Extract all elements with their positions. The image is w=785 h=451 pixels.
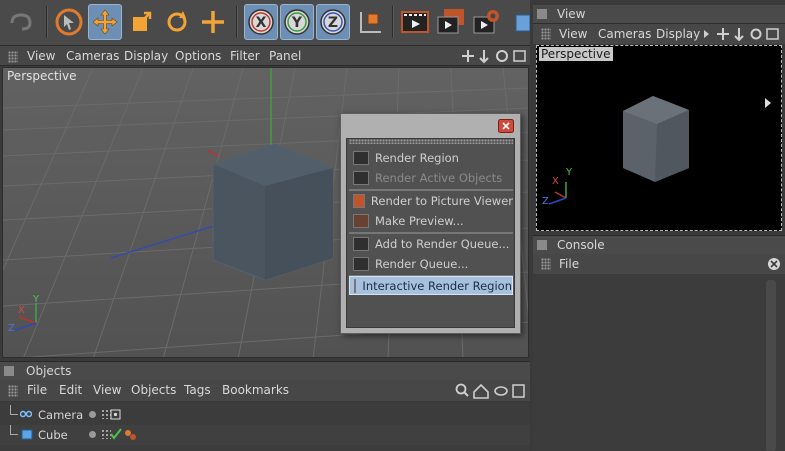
menu-item-render-to-picture-viewer[interactable]: Render to Picture Viewer <box>349 191 513 210</box>
view-panel-nav-icons[interactable] <box>703 27 783 41</box>
render-region-icon <box>353 150 369 165</box>
select-tool-icon[interactable] <box>52 4 86 40</box>
menu-item-make-preview[interactable]: Make Preview... <box>349 211 513 230</box>
menu-cameras[interactable]: Cameras <box>598 27 651 41</box>
coordinate-system-icon[interactable] <box>352 4 386 40</box>
drag-handle-icon[interactable] <box>541 258 551 270</box>
render-settings-icon[interactable] <box>470 4 504 40</box>
popup-grip[interactable] <box>349 139 513 144</box>
render-to-picture-viewer-icon <box>353 193 365 208</box>
object-name[interactable]: Cube <box>38 428 68 442</box>
axis-x-label: X <box>552 176 559 187</box>
scale-tool-icon[interactable] <box>124 4 158 40</box>
menu-edit[interactable]: Edit <box>59 383 82 397</box>
menu-item-render-queue[interactable]: Render Queue... <box>349 254 513 273</box>
make-preview-icon <box>353 213 369 228</box>
y-axis-lock-icon[interactable]: Y <box>280 4 314 40</box>
menu-item-render-active-objects[interactable]: Render Active Objects <box>349 168 513 187</box>
target-tag-icon[interactable] <box>110 409 121 420</box>
objects-title-bar: Objects <box>0 361 530 380</box>
z-axis-lock-icon[interactable]: Z <box>316 4 350 40</box>
panel-icon[interactable] <box>537 9 547 19</box>
material-tag-icon[interactable] <box>124 429 138 441</box>
menu-bookmarks[interactable]: Bookmarks <box>222 383 289 397</box>
object-name[interactable]: Camera <box>38 408 83 422</box>
menu-file[interactable]: File <box>559 257 579 271</box>
object-list: Camera Cube <box>0 402 530 451</box>
menu-options[interactable]: Options <box>175 49 221 63</box>
panel-icon[interactable] <box>537 240 547 250</box>
live-selection-icon[interactable] <box>196 4 230 40</box>
render-to-picture-viewer-icon[interactable] <box>434 4 468 40</box>
cube-icon <box>21 429 33 440</box>
axis-z-label: Z <box>542 196 549 207</box>
view-panel-menu-bar: View Cameras Display <box>533 24 785 44</box>
console-menu-bar: File <box>533 254 785 274</box>
drag-handle-icon[interactable] <box>8 385 18 397</box>
objects-tool-icons[interactable] <box>455 383 527 399</box>
add-to-render-queue-icon <box>353 236 369 251</box>
visibility-dot[interactable] <box>89 411 96 418</box>
menu-display[interactable]: Display <box>656 27 700 41</box>
objects-title: Objects <box>26 364 72 378</box>
view-panel-title-bar: View <box>533 5 785 24</box>
menu-item-render-region[interactable]: Render Region <box>349 148 513 167</box>
popup-menu-list: Render Region Render Active Objects Rend… <box>346 138 515 328</box>
svg-text:X: X <box>256 15 267 31</box>
menu-objects[interactable]: Objects <box>131 383 176 397</box>
drag-handle-icon[interactable] <box>541 28 551 40</box>
menu-filter[interactable]: Filter <box>230 49 260 63</box>
menu-panel[interactable]: Panel <box>269 49 301 63</box>
axis-x-label: X <box>18 305 25 316</box>
camera-icon <box>20 410 32 418</box>
view-panel-title: View <box>557 7 586 21</box>
menu-cameras[interactable]: Cameras <box>66 49 119 63</box>
menu-tags[interactable]: Tags <box>184 383 211 397</box>
close-icon[interactable] <box>498 119 514 133</box>
interactive-render-region-icon <box>354 278 357 293</box>
render-view[interactable]: Perspective Y X Z <box>536 45 782 231</box>
menu-item-interactive-render-region[interactable]: Interactive Render Region <box>349 276 513 295</box>
panel-icon[interactable] <box>4 366 14 376</box>
move-tool-icon[interactable] <box>88 4 122 40</box>
viewport-menu-bar: View Cameras Display Options Filter Pane… <box>0 46 530 66</box>
list-item[interactable]: Cube <box>0 425 530 445</box>
viewport-label: Perspective <box>7 69 77 83</box>
cube-object-icon[interactable] <box>512 4 530 40</box>
menu-item-add-to-render-queue[interactable]: Add to Render Queue... <box>349 234 513 253</box>
menu-view[interactable]: View <box>559 27 587 41</box>
list-item[interactable]: Camera <box>0 405 530 425</box>
check-icon[interactable] <box>110 428 122 440</box>
svg-text:Y: Y <box>291 15 303 31</box>
x-axis-lock-icon[interactable]: X <box>244 4 278 40</box>
menu-view[interactable]: View <box>27 49 55 63</box>
render-active-objects-icon <box>353 170 369 185</box>
menu-display[interactable]: Display <box>124 49 168 63</box>
close-icon[interactable] <box>767 257 781 271</box>
axis-y-label: Y <box>566 167 573 178</box>
cube-object[interactable] <box>212 143 334 281</box>
undo-icon[interactable] <box>4 4 38 40</box>
menu-file[interactable]: File <box>27 383 47 397</box>
svg-text:Z: Z <box>328 15 338 31</box>
visibility-dot[interactable] <box>89 431 96 438</box>
axis-y-label: Y <box>33 294 40 305</box>
console-title-bar: Console <box>533 235 785 254</box>
console-output[interactable] <box>533 275 785 451</box>
rotate-tool-icon[interactable] <box>160 4 194 40</box>
console-title: Console <box>557 238 605 252</box>
drag-handle-icon[interactable] <box>8 51 18 63</box>
objects-menu-bar: File Edit View Objects Tags Bookmarks <box>0 380 530 401</box>
menu-view[interactable]: View <box>93 383 121 397</box>
render-view-icon[interactable] <box>398 4 432 40</box>
console-scrollbar[interactable] <box>766 280 776 451</box>
render-popup-menu: Render Region Render Active Objects Rend… <box>340 113 521 334</box>
viewport-nav-icons[interactable] <box>460 48 528 64</box>
main-toolbar: X Y Z <box>0 0 530 46</box>
axis-z-label: Z <box>8 323 15 334</box>
render-queue-icon <box>353 256 369 271</box>
